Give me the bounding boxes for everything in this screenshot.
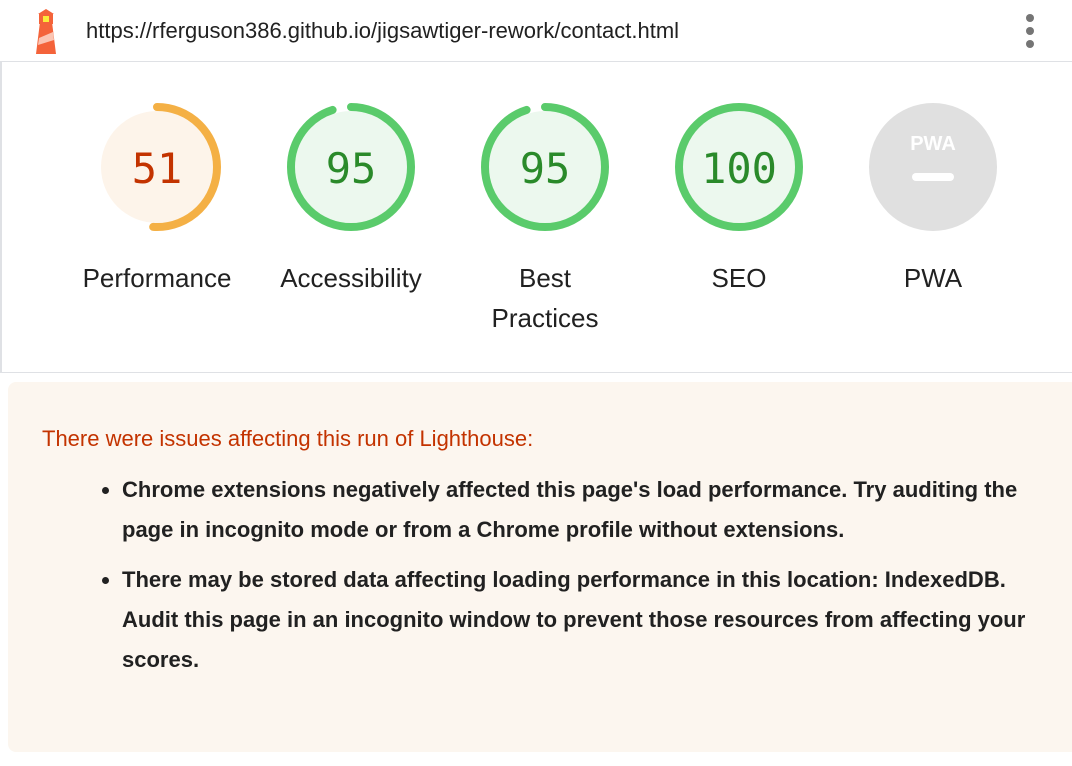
gauge-pwa[interactable]: PWA PWA (838, 102, 1028, 298)
gauge-accessibility[interactable]: 95 Accessibility (256, 102, 446, 298)
gauge-label: PWA (903, 263, 963, 293)
warning-item: Chrome extensions negatively affected th… (100, 470, 1030, 550)
gauge-ring: 95 (287, 103, 415, 231)
gauge-ring: 100 (675, 103, 803, 231)
gauge-score: 95 (326, 144, 377, 193)
gauge-score: 95 (520, 144, 571, 193)
gauge-label: Accessibility (280, 263, 422, 293)
pwa-badge: PWA (869, 103, 997, 231)
gauge-score: 51 (132, 144, 183, 193)
report-header: https://rferguson386.github.io/jigsawtig… (0, 0, 1072, 62)
warning-item: There may be stored data affecting loadi… (100, 560, 1030, 680)
gauge-best-practices[interactable]: 95 Best Practices (450, 102, 640, 338)
runtime-warnings: There were issues affecting this run of … (8, 382, 1072, 752)
audited-url[interactable]: https://rferguson386.github.io/jigsawtig… (86, 18, 679, 44)
lighthouse-icon (36, 9, 56, 54)
gauge-label: SEO (711, 263, 767, 293)
pwa-badge-text: PWA (910, 133, 956, 155)
score-gauges: 51 Performance 95 Accessibility 95 Best … (0, 62, 1072, 373)
na-dash-icon (912, 173, 954, 181)
gauge-label: Performance (82, 263, 232, 293)
gauge-ring: 95 (481, 103, 609, 231)
warnings-heading: There were issues affecting this run of … (42, 426, 534, 451)
gauge-ring: 51 (93, 103, 221, 231)
kebab-menu-icon[interactable] (1018, 12, 1042, 52)
gauge-score: 100 (701, 144, 777, 193)
warnings-list: Chrome extensions negatively affected th… (100, 470, 1030, 690)
gauge-seo[interactable]: 100 SEO (644, 102, 834, 298)
pwa-badge-fill (869, 103, 997, 231)
gauge-performance[interactable]: 51 Performance (62, 102, 252, 298)
gauge-label: Best Practices (491, 263, 599, 333)
